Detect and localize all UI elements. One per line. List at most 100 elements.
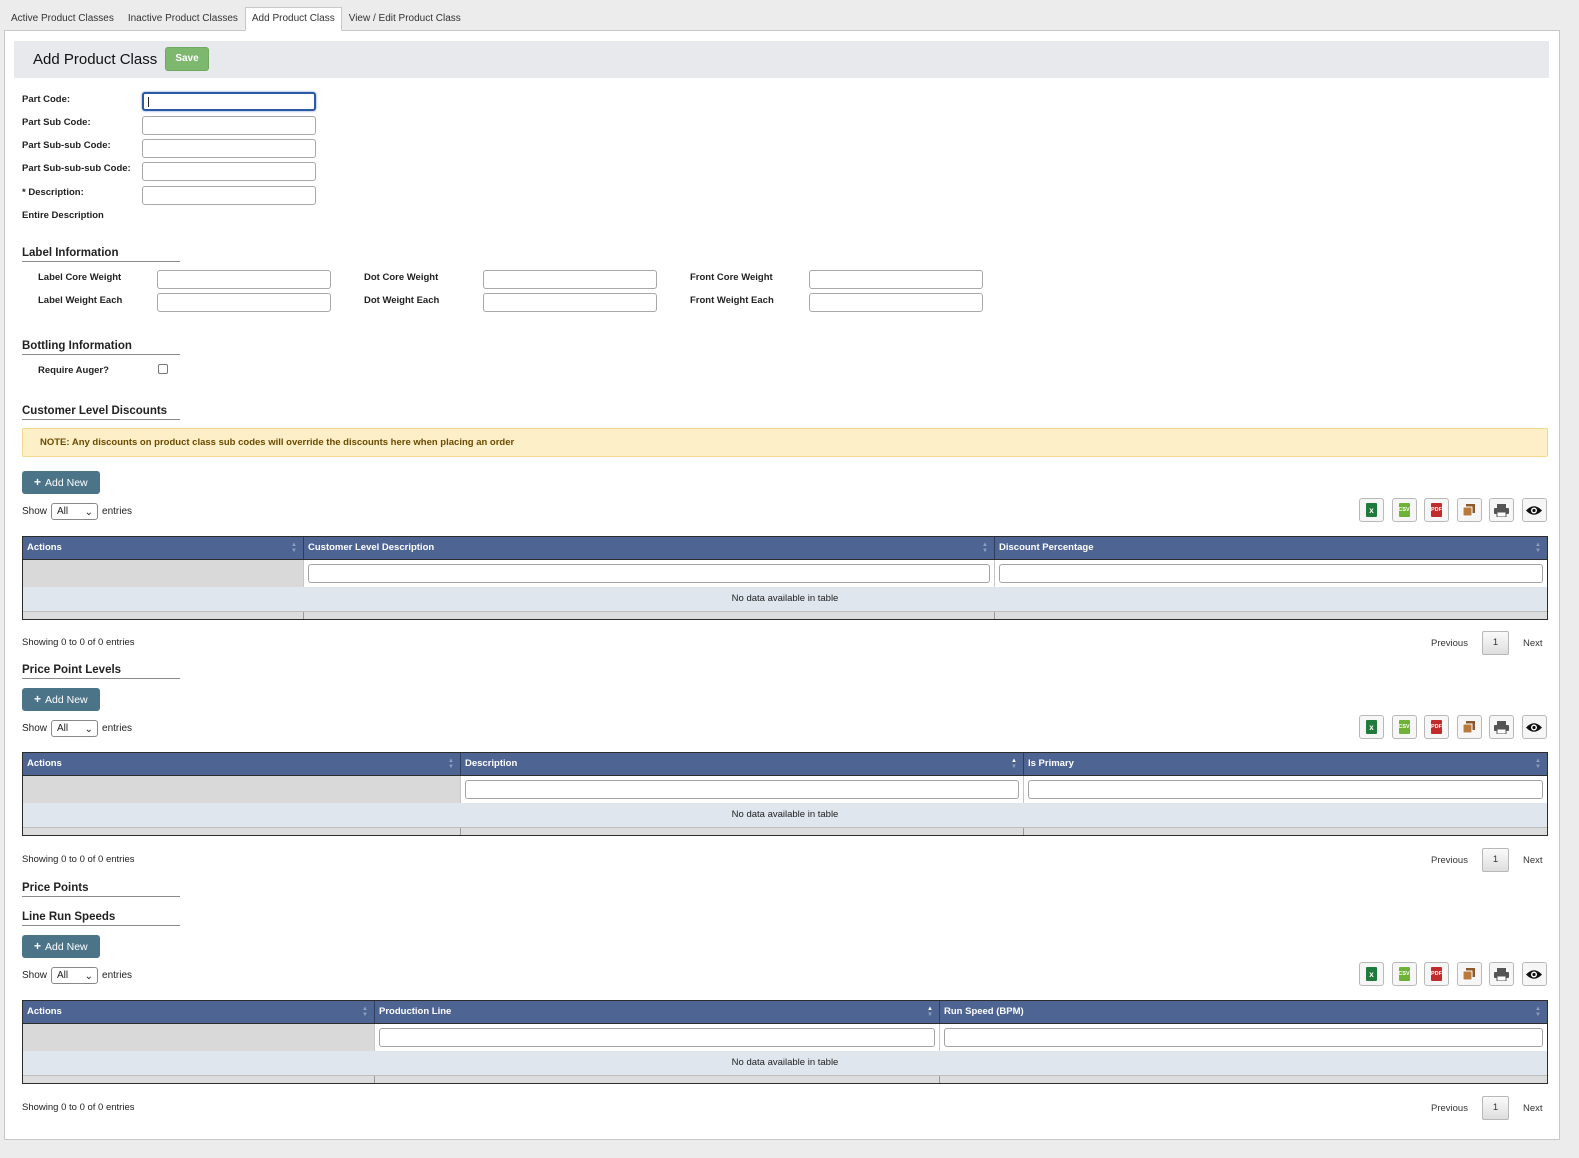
customer-level-description-filter-input[interactable] xyxy=(308,564,990,583)
column-label: Run Speed (BPM) xyxy=(944,1006,1024,1017)
next-page-button[interactable]: Next xyxy=(1523,1103,1543,1114)
pdf-export-button[interactable]: PDF xyxy=(1424,498,1449,522)
sort-icon: ▲ ▼ xyxy=(1535,1006,1541,1018)
filter-cell-actions xyxy=(23,1024,375,1051)
dot-weight-each-input[interactable] xyxy=(483,293,657,312)
pdf-export-button[interactable]: PDF xyxy=(1424,962,1449,986)
previous-page-button[interactable]: Previous xyxy=(1431,1103,1468,1114)
print-icon xyxy=(1494,503,1509,517)
table-info: Showing 0 to 0 of 0 entries xyxy=(22,854,135,865)
page-length-select[interactable]: All ⌄ xyxy=(51,502,99,520)
price-points-heading: Price Points xyxy=(22,882,180,897)
text-caret xyxy=(148,97,149,107)
page-length-value: All xyxy=(57,722,69,734)
production-line-filter-input[interactable] xyxy=(379,1028,935,1047)
show-label: Show xyxy=(22,722,48,734)
part-subsub-code-input[interactable] xyxy=(142,139,316,158)
tab-add-product-class[interactable]: Add Product Class xyxy=(244,7,342,31)
filter-cell-description xyxy=(304,560,995,587)
part-code-input[interactable] xyxy=(142,92,316,111)
page-1-button[interactable]: 1 xyxy=(1481,631,1509,655)
page-1-button[interactable]: 1 xyxy=(1481,848,1509,872)
previous-page-button[interactable]: Previous xyxy=(1431,638,1468,649)
column-header-discount-percentage[interactable]: Discount Percentage ▲ ▼ xyxy=(995,537,1547,559)
eye-icon xyxy=(1526,505,1542,515)
copy-button[interactable] xyxy=(1456,715,1482,739)
plus-icon: + xyxy=(34,692,42,706)
label-core-weight-input[interactable] xyxy=(157,270,331,289)
column-header-description[interactable]: Description ▲ ▼ xyxy=(461,753,1024,775)
discount-percentage-filter-input[interactable] xyxy=(999,564,1543,583)
sort-icon: ▲ ▼ xyxy=(362,1006,368,1018)
discount-note: NOTE: Any discounts on product class sub… xyxy=(22,428,1548,457)
csv-export-button[interactable]: CSV xyxy=(1391,498,1417,522)
previous-page-button[interactable]: Previous xyxy=(1431,855,1468,866)
sort-icon: ▲ ▼ xyxy=(448,758,454,770)
next-page-button[interactable]: Next xyxy=(1523,855,1543,866)
column-label: Customer Level Description xyxy=(308,542,435,553)
column-visibility-button[interactable] xyxy=(1521,715,1547,739)
column-header-is-primary[interactable]: Is Primary ▲ ▼ xyxy=(1024,753,1547,775)
save-button[interactable]: Save xyxy=(165,47,209,71)
excel-export-button[interactable]: x xyxy=(1359,498,1384,522)
column-label: Is Primary xyxy=(1028,758,1074,769)
copy-button[interactable] xyxy=(1456,962,1482,986)
copy-button[interactable] xyxy=(1456,498,1482,522)
plus-icon: + xyxy=(34,475,42,489)
column-header-actions[interactable]: Actions ▲ ▼ xyxy=(23,753,461,775)
page-length-control: Show All ⌄ entries xyxy=(22,502,132,520)
next-page-button[interactable]: Next xyxy=(1523,638,1543,649)
sort-icon: ▲ ▼ xyxy=(982,542,988,554)
show-label: Show xyxy=(22,505,48,517)
dot-weight-each-label: Dot Weight Each xyxy=(364,295,440,306)
pdf-icon: PDF xyxy=(1431,503,1442,517)
add-new-label: Add New xyxy=(45,694,88,706)
table-footer xyxy=(23,827,1547,835)
column-visibility-button[interactable] xyxy=(1521,962,1547,986)
part-sub-code-input[interactable] xyxy=(142,116,316,135)
column-visibility-button[interactable] xyxy=(1521,498,1547,522)
front-weight-each-input[interactable] xyxy=(809,293,983,312)
csv-export-button[interactable]: CSV xyxy=(1391,962,1417,986)
add-discount-button[interactable]: + Add New xyxy=(22,471,100,494)
table-info: Showing 0 to 0 of 0 entries xyxy=(22,1102,135,1113)
filter-cell-discount xyxy=(995,560,1547,587)
tab-inactive-product-classes[interactable]: Inactive Product Classes xyxy=(121,7,245,31)
print-button[interactable] xyxy=(1489,962,1514,986)
print-button[interactable] xyxy=(1489,498,1514,522)
tab-view-edit-product-class[interactable]: View / Edit Product Class xyxy=(342,7,468,31)
pdf-icon: PDF xyxy=(1431,720,1442,734)
chevron-down-icon: ⌄ xyxy=(84,506,94,518)
tab-active-product-classes[interactable]: Active Product Classes xyxy=(4,7,121,31)
pdf-icon: PDF xyxy=(1431,967,1442,981)
run-speed-filter-input[interactable] xyxy=(944,1028,1543,1047)
description-filter-input[interactable] xyxy=(465,780,1019,799)
page-length-select[interactable]: All ⌄ xyxy=(51,719,99,737)
dot-core-weight-input[interactable] xyxy=(483,270,657,289)
add-price-point-level-button[interactable]: + Add New xyxy=(22,688,100,711)
description-input[interactable] xyxy=(142,186,316,205)
print-button[interactable] xyxy=(1489,715,1514,739)
column-header-production-line[interactable]: Production Line ▲ ▼ xyxy=(375,1001,940,1023)
front-core-weight-input[interactable] xyxy=(809,270,983,289)
pdf-export-button[interactable]: PDF xyxy=(1424,715,1449,739)
is-primary-filter-input[interactable] xyxy=(1028,780,1543,799)
column-header-customer-level-description[interactable]: Customer Level Description ▲ ▼ xyxy=(304,537,995,559)
column-header-run-speed[interactable]: Run Speed (BPM) ▲ ▼ xyxy=(940,1001,1547,1023)
page-length-select[interactable]: All ⌄ xyxy=(51,966,99,984)
add-line-run-speed-button[interactable]: + Add New xyxy=(22,935,100,958)
page-1-button[interactable]: 1 xyxy=(1481,1096,1509,1120)
label-weight-each-input[interactable] xyxy=(157,293,331,312)
column-header-actions[interactable]: Actions ▲ ▼ xyxy=(23,537,304,559)
part-subsubsub-code-input[interactable] xyxy=(142,162,316,181)
export-buttons: x CSV PDF xyxy=(1359,715,1547,739)
excel-export-button[interactable]: x xyxy=(1359,715,1384,739)
csv-export-button[interactable]: CSV xyxy=(1391,715,1417,739)
excel-icon: x xyxy=(1366,503,1377,517)
sort-ascending-icon: ▲ ▼ xyxy=(1011,758,1017,770)
part-subsub-code-label: Part Sub-sub Code: xyxy=(22,140,111,151)
copy-icon xyxy=(1462,504,1475,517)
column-header-actions[interactable]: Actions ▲ ▼ xyxy=(23,1001,375,1023)
require-auger-checkbox[interactable] xyxy=(158,364,168,374)
excel-export-button[interactable]: x xyxy=(1359,962,1384,986)
